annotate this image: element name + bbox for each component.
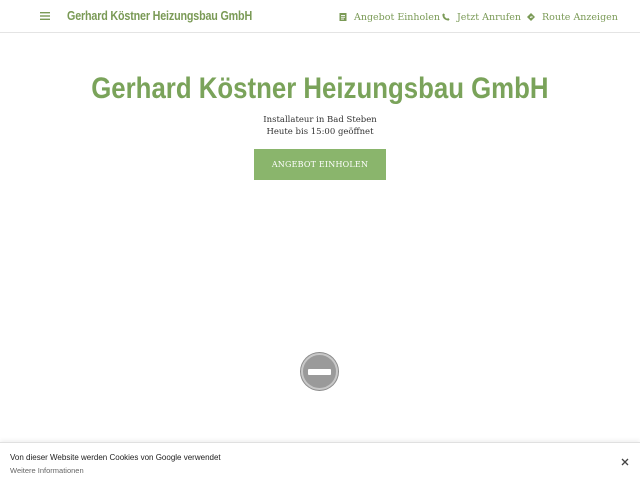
cookie-banner: Von dieser Website werden Cookies von Go… <box>0 442 640 480</box>
nav-call-now-label: Jetzt Anrufen <box>457 11 521 23</box>
more-info-link[interactable]: Weitere Informationen <box>10 466 84 475</box>
get-quote-button[interactable]: ANGEBOT EINHOLEN <box>254 149 386 180</box>
brand-name-link[interactable]: Gerhard Köstner Heizungsbau GmbH <box>67 9 252 23</box>
cookie-notice-text: Von dieser Website werden Cookies von Go… <box>10 453 221 462</box>
nav-directions-label: Route Anzeigen <box>542 11 618 23</box>
page-title: Gerhard Köstner Heizungsbau GmbH <box>0 72 640 106</box>
hamburger-menu-icon[interactable] <box>37 9 53 23</box>
blocked-content-icon <box>301 353 338 390</box>
document-icon <box>338 13 347 22</box>
page-title-text: Gerhard Köstner Heizungsbau GmbH <box>91 72 549 105</box>
nav-get-quote-label: Angebot Einholen <box>354 11 441 23</box>
directions-icon <box>526 13 535 22</box>
nav-call-now-link[interactable]: Jetzt Anrufen <box>441 10 521 24</box>
nav-get-quote-link[interactable]: Angebot Einholen <box>338 10 440 24</box>
blocked-bar <box>308 368 331 375</box>
close-icon[interactable] <box>619 456 631 468</box>
nav-directions-link[interactable]: Route Anzeigen <box>526 10 618 24</box>
opening-hours: Heute bis 15:00 geöffnet <box>266 127 374 137</box>
phone-icon <box>441 13 450 22</box>
top-navigation-bar: Gerhard Köstner Heizungsbau GmbH Angebot… <box>0 0 640 33</box>
business-category: Installateur in Bad Steben <box>263 115 377 125</box>
